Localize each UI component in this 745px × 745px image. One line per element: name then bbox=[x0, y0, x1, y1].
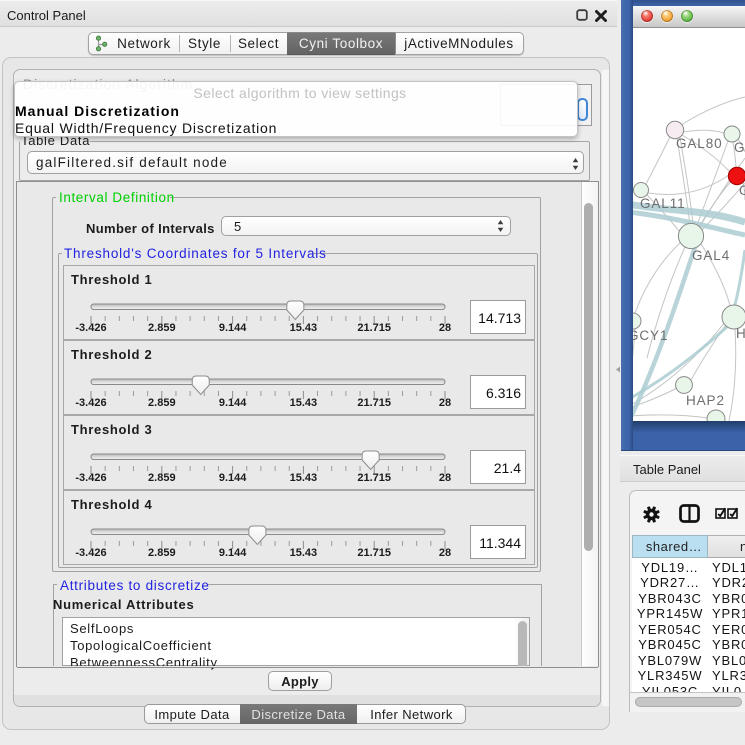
svg-text:28: 28 bbox=[439, 547, 451, 559]
svg-text:2.859: 2.859 bbox=[148, 472, 176, 484]
svg-text:2.859: 2.859 bbox=[148, 547, 176, 559]
svg-text:28: 28 bbox=[439, 322, 451, 334]
svg-text:GA: GA bbox=[734, 140, 745, 155]
svg-text:15.43: 15.43 bbox=[290, 397, 318, 409]
svg-text:HAP2: HAP2 bbox=[686, 393, 725, 408]
svg-text:9.144: 9.144 bbox=[219, 322, 247, 334]
svg-text:15.43: 15.43 bbox=[290, 547, 318, 559]
svg-text:15.43: 15.43 bbox=[290, 322, 318, 334]
svg-text:-3.426: -3.426 bbox=[75, 322, 106, 334]
svg-text:21.715: 21.715 bbox=[357, 322, 391, 334]
svg-text:21.715: 21.715 bbox=[357, 472, 391, 484]
svg-text:9.144: 9.144 bbox=[219, 547, 247, 559]
svg-text:9.144: 9.144 bbox=[219, 472, 247, 484]
svg-text:21.715: 21.715 bbox=[357, 397, 391, 409]
svg-text:-3.426: -3.426 bbox=[75, 397, 106, 409]
svg-text:-3.426: -3.426 bbox=[75, 472, 106, 484]
svg-text:GAL80: GAL80 bbox=[676, 136, 723, 151]
svg-text:GAL11: GAL11 bbox=[640, 196, 686, 211]
svg-text:-3.426: -3.426 bbox=[75, 547, 106, 559]
svg-text:2.859: 2.859 bbox=[148, 322, 176, 334]
svg-text:15.43: 15.43 bbox=[290, 472, 318, 484]
svg-text:GCY1: GCY1 bbox=[633, 328, 668, 343]
svg-text:28: 28 bbox=[439, 472, 451, 484]
svg-text:2.859: 2.859 bbox=[148, 397, 176, 409]
svg-text:G: G bbox=[739, 183, 745, 198]
svg-text:21.715: 21.715 bbox=[357, 547, 391, 559]
svg-text:28: 28 bbox=[439, 397, 451, 409]
svg-text:H: H bbox=[736, 326, 745, 341]
svg-text:GAL4: GAL4 bbox=[692, 248, 730, 263]
svg-text:9.144: 9.144 bbox=[219, 397, 247, 409]
